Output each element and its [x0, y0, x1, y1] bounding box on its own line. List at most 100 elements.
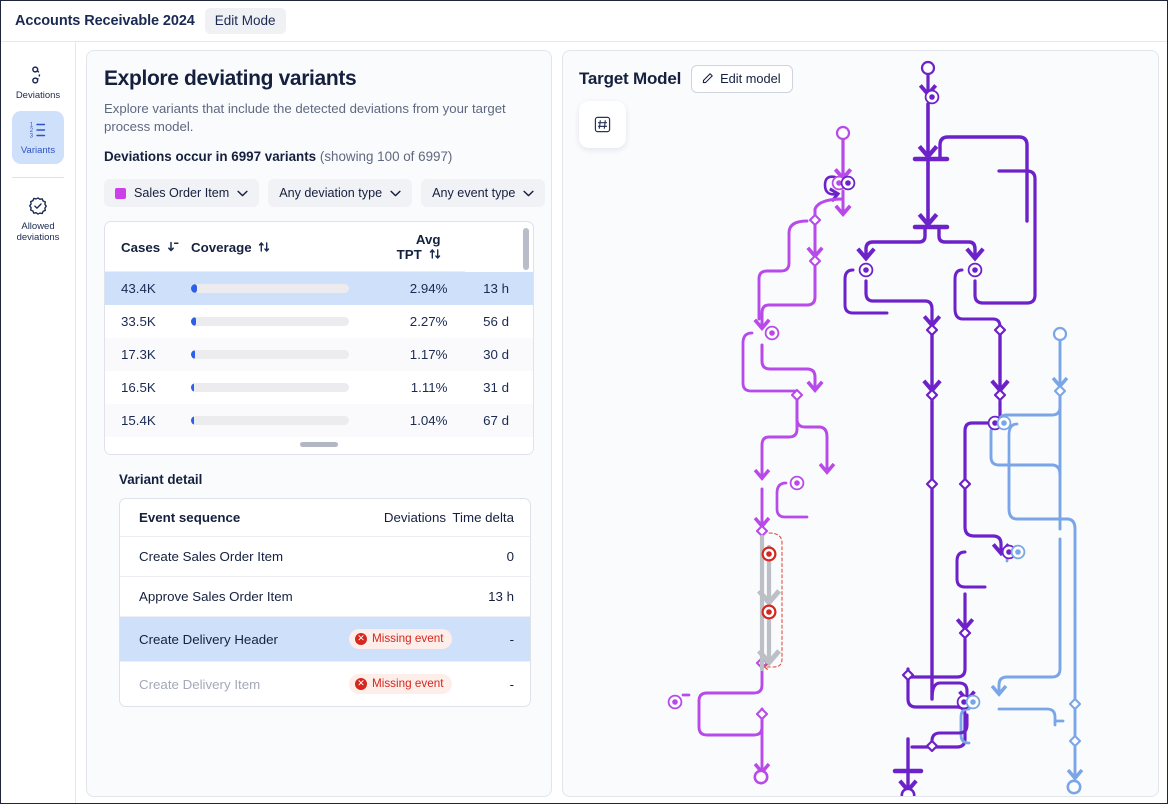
panels-container: Explore deviating variants Explore varia…	[76, 42, 1167, 803]
list-item[interactable]: Create Delivery Item ✕ Missing event -	[120, 661, 530, 707]
cell-coverage-bar	[191, 404, 396, 438]
process-model-canvas[interactable]: Sales Order Sales Order Item Sales Order…	[563, 51, 1158, 796]
sidebar-item-label: Variants	[20, 144, 56, 156]
cell-avg-tpt: 13 h	[464, 271, 533, 306]
cell-coverage-bar	[191, 271, 396, 306]
cell-time-delta: -	[446, 616, 530, 662]
table-row[interactable]: 43.4K 2.94% 13 h	[105, 271, 533, 306]
status-badge-label: Missing event	[372, 632, 444, 646]
deviation-summary-count: (showing 100 of 6997)	[319, 149, 453, 165]
cell-event-name: Create Delivery Header	[120, 616, 349, 662]
sidebar-item-allowed-deviations[interactable]: Allowed deviations	[12, 187, 64, 251]
sidebar-item-deviations[interactable]: Deviations	[12, 56, 64, 109]
object-type-color-swatch	[115, 187, 126, 199]
filter-bar: Sales Order Item Any deviation type Any …	[104, 179, 546, 208]
badge-check-icon	[27, 195, 49, 217]
coverage-bar-track	[191, 416, 349, 426]
deviation-summary: Deviations occur in 6997 variants (showi…	[104, 149, 534, 164]
sidebar-rail: Deviations 1 2 3 Variants Allowed deviat…	[1, 42, 76, 803]
explore-variants-panel: Explore deviating variants Explore varia…	[86, 50, 552, 797]
cell-cases: 33.5K	[121, 314, 156, 330]
cell-coverage-pct: 2.94%	[396, 271, 465, 306]
table-row[interactable]: 17.3K 1.17% 30 d	[105, 338, 533, 372]
coverage-bar-fill	[191, 350, 195, 360]
list-item[interactable]: Create Sales Order Item 0	[120, 536, 530, 577]
filter-object-type[interactable]: Sales Order Item	[104, 179, 260, 208]
app-body: Deviations 1 2 3 Variants Allowed deviat…	[1, 42, 1167, 803]
sidebar-item-variants[interactable]: 1 2 3 Variants	[12, 110, 64, 164]
variant-detail-card: Event sequence Deviations Time delta Cre…	[119, 498, 531, 708]
filter-event-type[interactable]: Any event type	[421, 179, 546, 208]
column-label: Cases	[121, 239, 161, 255]
page-description: Explore variants that include the detect…	[104, 101, 506, 135]
chevron-down-icon	[523, 190, 535, 196]
cell-cases: 16.5K	[121, 380, 156, 396]
process-model-graph	[667, 60, 1084, 796]
cell-avg-tpt: 30 d	[464, 338, 533, 372]
cell-avg-tpt: 31 d	[483, 380, 509, 396]
svg-text:3: 3	[30, 133, 34, 139]
cell-deviation: ✕ Missing event	[349, 661, 453, 707]
column-header-time-delta: Time delta	[446, 499, 530, 538]
table-row[interactable]: 16.5K 1.11% 31 d	[105, 371, 533, 404]
variant-detail-body: Create Sales Order Item 0 Approve Sales …	[120, 536, 530, 707]
status-badge-label: Missing event	[372, 677, 444, 691]
cell-cases: 17.3K	[105, 338, 191, 372]
variants-table-card: Cases Coverage Avg TPT 43.4K 2.94% 13 h …	[104, 221, 534, 456]
coverage-bar-fill	[191, 317, 196, 327]
status-badge: ✕ Missing event	[349, 629, 453, 650]
variants-list-icon: 1 2 3	[27, 119, 49, 141]
error-icon: ✕	[355, 677, 367, 690]
column-header-coverage[interactable]: Coverage	[191, 222, 396, 273]
coverage-bar-track	[191, 284, 349, 294]
cell-deviation: ✕ Missing event	[349, 616, 453, 662]
cell-deviation	[349, 536, 446, 577]
coverage-bar-fill	[191, 284, 197, 294]
sort-none-icon	[259, 241, 270, 252]
coverage-bar-track	[191, 383, 349, 393]
column-header-event-sequence: Event sequence	[120, 499, 349, 538]
filter-label: Sales Order Item	[134, 186, 230, 201]
target-model-panel: Target Model Edit model	[562, 50, 1159, 797]
cell-coverage-bar	[191, 371, 396, 404]
chevron-down-icon	[237, 190, 248, 196]
coverage-bar-track	[191, 350, 349, 360]
coverage-bar-fill	[191, 416, 195, 426]
error-icon: ✕	[355, 632, 367, 645]
filter-label: Any deviation type	[279, 186, 383, 201]
cell-coverage-pct: 1.04%	[396, 404, 465, 438]
deviation-marker	[761, 546, 777, 562]
filter-deviation-type[interactable]: Any deviation type	[268, 179, 413, 208]
cell-cases: 15.4K	[105, 404, 191, 438]
cell-avg-tpt: 67 d	[464, 404, 533, 438]
sidebar-divider	[12, 176, 64, 178]
vertical-scrollbar-thumb[interactable]	[523, 228, 529, 271]
list-item[interactable]: Approve Sales Order Item 13 h	[120, 576, 530, 617]
variants-table-body: 43.4K 2.94% 13 h 33.5K 2.27% 56 d 17.3K …	[105, 271, 533, 438]
sidebar-item-label: Deviations	[15, 90, 61, 101]
variant-detail-title: Variant detail	[119, 472, 203, 488]
filter-label: Any event type	[432, 186, 516, 201]
cell-cases: 43.4K	[105, 271, 191, 306]
column-header-avg-tpt[interactable]: Avg TPT	[396, 222, 465, 273]
cell-event-name: Create Delivery Item	[120, 661, 349, 707]
cell-coverage-bar	[191, 305, 396, 338]
list-item[interactable]: Create Delivery Header ✕ Missing event -	[120, 616, 530, 662]
column-header-deviations: Deviations	[349, 499, 446, 538]
horizontal-scrollbar-thumb[interactable]	[300, 442, 338, 448]
sort-none-icon	[429, 249, 440, 259]
sort-desc-icon	[167, 241, 179, 251]
cell-coverage-pct: 2.27%	[409, 314, 448, 330]
column-header-cases[interactable]: Cases	[105, 222, 191, 273]
edit-mode-button[interactable]: Edit Mode	[204, 8, 286, 34]
table-row[interactable]: 15.4K 1.04% 67 d	[105, 404, 533, 438]
coverage-bar-fill	[191, 383, 195, 393]
cell-event-name: Create Sales Order Item	[120, 536, 349, 577]
horizontal-scrollbar-track[interactable]	[105, 437, 533, 455]
column-label: Coverage	[191, 239, 252, 255]
app-window: Accounts Receivable 2024 Edit Mode Devia…	[0, 0, 1168, 804]
variant-detail-table: Event sequence Deviations Time delta Cre…	[120, 499, 530, 707]
cell-time-delta: -	[446, 661, 530, 707]
table-row[interactable]: 33.5K 2.27% 56 d	[105, 305, 533, 338]
project-title: Accounts Receivable 2024	[15, 13, 195, 29]
